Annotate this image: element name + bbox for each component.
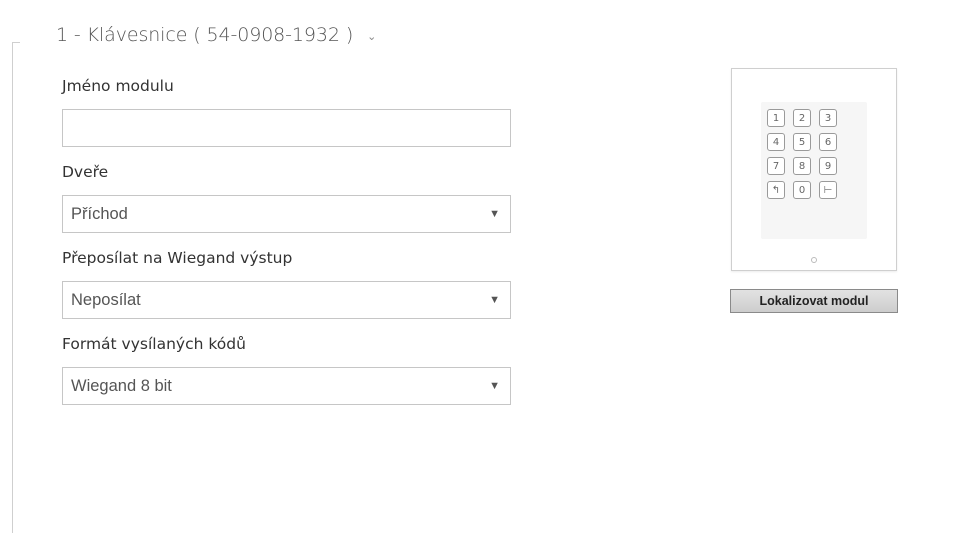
keypad-key: 9 [819, 157, 837, 175]
code-format-select-value: Wiegand 8 bit [71, 376, 172, 395]
chevron-down-icon[interactable]: ⌄ [367, 30, 376, 43]
section-header[interactable]: 1 - Klávesnice ( 54-0908-1932 ) ⌄ [56, 18, 376, 52]
keypad-key: 5 [793, 133, 811, 151]
wiegand-forward-select[interactable]: Neposílat ▼ [62, 281, 511, 319]
dropdown-arrow-icon: ▼ [489, 294, 500, 306]
keypad-key: 2 [793, 109, 811, 127]
dropdown-arrow-icon: ▼ [489, 380, 500, 392]
keypad-key-enter-icon: ⊢ [819, 181, 837, 199]
wiegand-forward-select-value: Neposílat [71, 290, 141, 309]
module-name-input[interactable] [62, 109, 511, 147]
keypad-key: 8 [793, 157, 811, 175]
keypad-key: 4 [767, 133, 785, 151]
keypad-key: 7 [767, 157, 785, 175]
section-frame-line [12, 42, 13, 533]
keypad-key-back-icon: ↰ [767, 181, 785, 199]
keypad-key: 0 [793, 181, 811, 199]
keypad-key: 1 [767, 109, 785, 127]
section-frame-tick [12, 42, 20, 43]
keypad-key: 3 [819, 109, 837, 127]
status-led-icon [811, 257, 817, 263]
keypad-keys: 1 2 3 4 5 6 7 8 9 ↰ 0 ⊢ [767, 109, 837, 199]
module-name-label: Jméno modulu [62, 77, 174, 95]
section-title: 1 - Klávesnice ( 54-0908-1932 ) [56, 24, 354, 46]
keypad-module-image: 1 2 3 4 5 6 7 8 9 ↰ 0 ⊢ [731, 68, 897, 271]
locate-module-button[interactable]: Lokalizovat modul [730, 289, 898, 313]
door-select[interactable]: Příchod ▼ [62, 195, 511, 233]
door-select-value: Příchod [71, 204, 128, 223]
code-format-label: Formát vysílaných kódů [62, 335, 246, 353]
code-format-select[interactable]: Wiegand 8 bit ▼ [62, 367, 511, 405]
dropdown-arrow-icon: ▼ [489, 208, 500, 220]
wiegand-forward-label: Přeposílat na Wiegand výstup [62, 249, 293, 267]
keypad-key: 6 [819, 133, 837, 151]
door-label: Dveře [62, 163, 109, 181]
